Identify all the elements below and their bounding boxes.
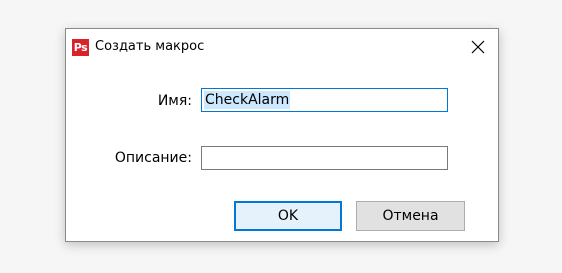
description-label: Описание: (114, 150, 192, 166)
name-input[interactable]: CheckAlarm (201, 88, 448, 112)
cancel-button[interactable]: Отмена (356, 201, 465, 231)
close-icon (471, 40, 485, 54)
description-input[interactable] (201, 146, 448, 170)
name-label: Имя: (157, 93, 192, 109)
app-icon: Ps (72, 39, 89, 56)
dialog-title: Создать макрос (95, 39, 205, 54)
name-input-value: CheckAlarm (204, 91, 291, 109)
dialog-titlebar[interactable]: Ps Создать макрос (66, 29, 498, 65)
ok-button[interactable]: OK (234, 201, 342, 231)
create-macro-dialog: Ps Создать макрос Имя: CheckAlarm Описан… (65, 28, 499, 242)
close-button[interactable] (462, 32, 494, 62)
